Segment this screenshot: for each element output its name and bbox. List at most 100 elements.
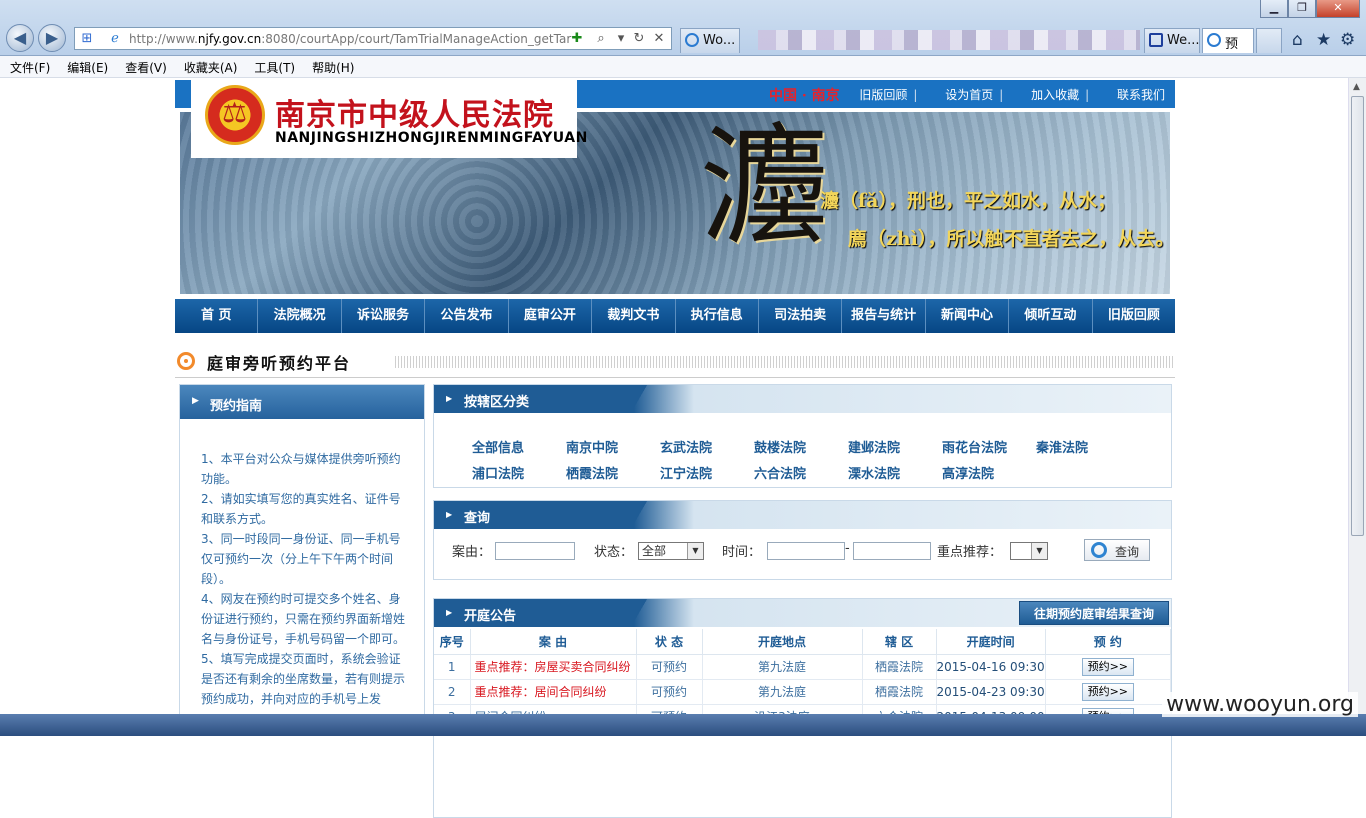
region-qixia[interactable]: 栖霞法院 <box>566 463 660 482</box>
compat-view-icon[interactable]: ⊞ <box>79 31 95 47</box>
nav-interaction[interactable]: 倾听互动 <box>1009 299 1093 333</box>
refresh-icon[interactable]: ↻ <box>631 31 647 47</box>
nav-announcements[interactable]: 公告发布 <box>425 299 509 333</box>
guide-item: 3、同一时段同一身份证、同一手机号仅可预约一次（分上午下午两个时间段）。 <box>201 532 401 586</box>
stop-icon[interactable]: ✕ <box>651 31 667 47</box>
back-button[interactable]: ◀ <box>6 24 34 52</box>
col-region: 辖 区 <box>862 629 937 655</box>
home-icon[interactable]: ⌂ <box>1292 30 1303 50</box>
banner-calligraphy: 灋 <box>700 112 831 263</box>
page-title-bar: 庭审旁听预约平台 <box>175 348 1175 378</box>
browser-tab[interactable]: Wo... <box>680 28 740 53</box>
cell-case[interactable]: 重点推荐：房屋买卖合同纠纷 <box>470 654 637 680</box>
link-old-version[interactable]: 旧版回顾 <box>859 88 907 102</box>
table-header-row: 序号 案 由 状 态 开庭地点 辖 区 开庭时间 预 约 <box>434 629 1172 655</box>
table-row: 1 重点推荐：房屋买卖合同纠纷 可预约 第九法庭 栖霞法院 2015-04-16… <box>434 654 1172 680</box>
history-results-button[interactable]: 往期预约庭审结果查询 <box>1019 601 1169 625</box>
cell-place: 第九法庭 <box>702 654 863 680</box>
region-panel: ▶ 按辖区分类 全部信息 南京中院 玄武法院 鼓楼法院 建邺法院 雨花台法院 秦淮法院 浦口法… <box>433 384 1172 488</box>
time-start-input[interactable] <box>767 542 845 560</box>
scrollbar-thumb[interactable] <box>1351 96 1364 536</box>
nav-old-version[interactable]: 旧版回顾 <box>1093 299 1175 333</box>
case-input[interactable] <box>495 542 575 560</box>
time-end-input[interactable] <box>853 542 931 560</box>
nav-reports[interactable]: 报告与统计 <box>842 299 926 333</box>
link-set-homepage[interactable]: 设为首页 <box>945 88 993 102</box>
court-name-en: NANJINGSHIZHONGJIRENMINGFAYUAN <box>275 130 588 146</box>
cell-place: 第九法庭 <box>702 679 863 705</box>
nav-execution[interactable]: 执行信息 <box>676 299 759 333</box>
divider: | <box>913 88 918 102</box>
reserve-button[interactable]: 预约>> <box>1081 657 1134 676</box>
tab-label: Wo... <box>703 33 736 48</box>
minimize-button[interactable]: ▁ <box>1260 0 1288 18</box>
nav-litigation[interactable]: 诉讼服务 <box>342 299 426 333</box>
forward-button[interactable]: ▶ <box>38 24 66 52</box>
menu-favorites[interactable]: 收藏夹(A) <box>174 56 245 76</box>
vertical-scrollbar[interactable]: ▲ <box>1348 78 1366 714</box>
search-button[interactable]: 查询 <box>1084 539 1150 561</box>
close-window-button[interactable]: ✕ <box>1316 0 1360 18</box>
tab-label: We... <box>1167 33 1200 48</box>
search-icon[interactable]: ⌕ <box>593 31 609 47</box>
status-select[interactable]: 全部 ▼ <box>638 542 704 560</box>
col-time: 开庭时间 <box>936 629 1046 655</box>
link-contact[interactable]: 联系我们 <box>1117 88 1165 102</box>
browser-tab-active[interactable]: 预 <box>1202 28 1254 53</box>
nav-judgments[interactable]: 裁判文书 <box>592 299 676 333</box>
top-links: 旧版回顾 | 设为首页 | 加入收藏 | 联系我们 <box>835 86 1165 103</box>
nav-open-trial[interactable]: 庭审公开 <box>509 299 593 333</box>
region-qinhuai[interactable]: 秦淮法院 <box>1036 437 1130 456</box>
scroll-up-icon[interactable]: ▲ <box>1353 82 1360 92</box>
region-pukou[interactable]: 浦口法院 <box>472 463 566 482</box>
region-jiangning[interactable]: 江宁法院 <box>660 463 754 482</box>
nav-news[interactable]: 新闻中心 <box>926 299 1010 333</box>
browser-tab[interactable]: We... <box>1144 28 1200 53</box>
region-gulou[interactable]: 鼓楼法院 <box>754 437 848 456</box>
search-panel-header: ▶ 查询 <box>434 501 1171 529</box>
reserve-button[interactable]: 预约>> <box>1081 682 1134 701</box>
region-panel-title: 按辖区分类 <box>464 395 530 410</box>
region-jianye[interactable]: 建邺法院 <box>848 437 942 456</box>
new-tab-button[interactable] <box>1256 28 1282 53</box>
region-xuanwu[interactable]: 玄武法院 <box>660 437 754 456</box>
banner-quote-2: 廌（zhì），所以触不直者去之，从去。 <box>848 228 1170 250</box>
cell-region: 栖霞法院 <box>862 654 937 680</box>
menu-file[interactable]: 文件(F) <box>0 56 57 76</box>
region-all[interactable]: 全部信息 <box>472 437 566 456</box>
dropdown-icon[interactable]: ▾ <box>613 31 629 47</box>
court-logo[interactable]: 南京市中级人民法院 NANJINGSHIZHONGJIRENMINGFAYUAN <box>191 80 587 158</box>
col-case: 案 由 <box>470 629 637 655</box>
status-label: 状态： <box>594 545 634 560</box>
menu-view[interactable]: 查看(V) <box>115 56 174 76</box>
menu-bar: 文件(F) 编辑(E) 查看(V) 收藏夹(A) 工具(T) 帮助(H) <box>0 56 1366 78</box>
notice-panel-title: 开庭公告 <box>464 609 517 624</box>
favorites-icon[interactable]: ★ <box>1316 30 1331 50</box>
tab-label: 预 <box>1225 37 1239 52</box>
recommend-select[interactable]: ▼ <box>1010 542 1048 560</box>
menu-edit[interactable]: 编辑(E) <box>57 56 115 76</box>
browser-chrome: ▁ ❐ ✕ ◀ ▶ ⊞ ℯ http://www.njfy.gov.cn:808… <box>0 0 1366 56</box>
region-gaochun[interactable]: 高淳法院 <box>942 463 1036 482</box>
tools-gear-icon[interactable]: ⚙ <box>1340 30 1355 50</box>
addon-icon[interactable]: ✚ <box>569 31 585 47</box>
nav-auction[interactable]: 司法拍卖 <box>759 299 843 333</box>
city-tag: 中国 · 南京 <box>769 88 840 104</box>
region-luhe[interactable]: 六合法院 <box>754 463 848 482</box>
cell-case[interactable]: 重点推荐：居间合同纠纷 <box>470 679 637 705</box>
region-lishui[interactable]: 溧水法院 <box>848 463 942 482</box>
region-nanjing-zhongyuan[interactable]: 南京中院 <box>566 437 660 456</box>
page-favicon: ℯ <box>111 31 119 46</box>
restore-button[interactable]: ❐ <box>1288 0 1316 18</box>
menu-tools[interactable]: 工具(T) <box>244 56 302 76</box>
cell-region: 栖霞法院 <box>862 679 937 705</box>
nav-court-overview[interactable]: 法院概况 <box>258 299 342 333</box>
region-yuhuatai[interactable]: 雨花台法院 <box>942 437 1036 456</box>
menu-help[interactable]: 帮助(H) <box>302 56 361 76</box>
tab-favicon <box>1149 33 1163 47</box>
link-add-favorite[interactable]: 加入收藏 <box>1031 88 1079 102</box>
address-url: http://www.njfy.gov.cn:8080/courtApp/cou… <box>129 32 572 46</box>
address-bar[interactable]: ⊞ ℯ http://www.njfy.gov.cn:8080/courtApp… <box>74 27 672 50</box>
divider: | <box>1085 88 1090 102</box>
nav-home[interactable]: 首 页 <box>175 299 259 333</box>
